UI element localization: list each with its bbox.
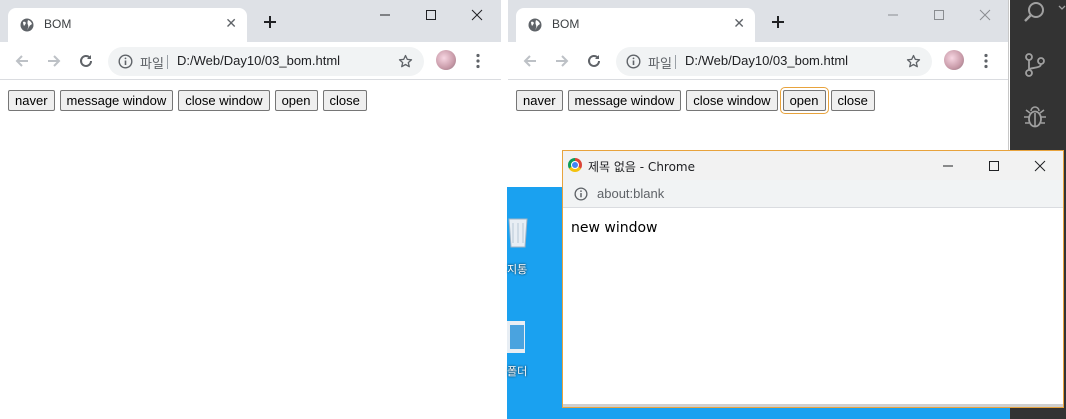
close-window-button[interactable]: close window — [686, 90, 778, 111]
minimize-icon[interactable] — [375, 6, 395, 24]
new-tab-icon[interactable] — [770, 14, 786, 30]
address-bar[interactable]: 파일 D:/Web/Day10/03_bom.html — [108, 47, 424, 76]
popup-title: 제목 없음 - Chrome — [588, 160, 696, 174]
popup-address-bar[interactable]: about:blank — [563, 180, 1063, 208]
minimize-icon[interactable] — [883, 6, 903, 24]
new-tab-icon[interactable] — [262, 14, 278, 30]
reload-icon[interactable] — [77, 52, 95, 70]
browser-tab[interactable]: BOM ✕ — [516, 8, 755, 42]
maximize-icon[interactable] — [421, 6, 441, 24]
popup-title-bar: 제목 없음 - Chrome — [563, 151, 1063, 180]
close-window-icon[interactable] — [975, 6, 995, 24]
tab-close-icon[interactable]: ✕ — [225, 16, 237, 32]
source-control-icon[interactable] — [1022, 52, 1048, 78]
browser-tab[interactable]: BOM ✕ — [8, 8, 247, 42]
address-bar[interactable]: 파일 D:/Web/Day10/03_bom.html — [616, 47, 932, 76]
folder-label: 폴더 — [507, 365, 528, 378]
left-browser-window: BOM ✕ 파일 D:/Web/Day10/03_bom.html naver … — [0, 0, 501, 419]
message-window-button[interactable]: message window — [567, 90, 682, 111]
address-divider — [675, 55, 676, 69]
open-button[interactable]: open — [274, 90, 318, 111]
back-icon[interactable] — [13, 52, 31, 70]
chevron-down-icon[interactable] — [1058, 4, 1066, 12]
url-text: D:/Web/Day10/03_bom.html — [177, 53, 341, 68]
message-window-button[interactable]: message window — [59, 90, 174, 111]
folder-icon[interactable] — [507, 317, 527, 355]
minimize-icon[interactable] — [939, 157, 957, 175]
recycle-bin-label: 지통 — [507, 263, 528, 276]
globe-icon — [20, 18, 34, 32]
tab-strip: BOM ✕ — [0, 0, 501, 42]
close-window-button[interactable]: close window — [178, 90, 270, 111]
popup-body-text: new window — [571, 220, 658, 236]
close-button[interactable]: close — [322, 90, 367, 111]
bookmark-star-icon[interactable] — [398, 54, 413, 69]
search-icon[interactable] — [1022, 0, 1048, 26]
open-button[interactable]: open — [779, 87, 829, 114]
button-row: naver message window close window open c… — [8, 90, 367, 111]
menu-kebab-icon[interactable] — [476, 53, 480, 69]
naver-button[interactable]: naver — [516, 90, 563, 111]
popup-bottom-border — [563, 404, 1063, 407]
naver-button[interactable]: naver — [8, 90, 55, 111]
popup-url-text: about:blank — [597, 186, 665, 201]
scheme-label: 파일 — [648, 57, 672, 72]
url-text: D:/Web/Day10/03_bom.html — [685, 53, 849, 68]
tab-title: BOM — [44, 17, 72, 31]
tab-strip: BOM ✕ — [508, 0, 1008, 42]
close-window-icon[interactable] — [1031, 157, 1049, 175]
page-content: naver message window close window open c… — [0, 81, 501, 419]
close-button[interactable]: close — [830, 90, 875, 111]
maximize-icon[interactable] — [985, 157, 1003, 175]
tab-title: BOM — [552, 17, 580, 31]
chrome-logo-icon — [568, 158, 582, 172]
info-icon[interactable] — [626, 54, 641, 69]
popup-window: 제목 없음 - Chrome about:blank new window — [562, 150, 1064, 408]
menu-kebab-icon[interactable] — [984, 53, 988, 69]
info-icon[interactable] — [574, 187, 588, 201]
bookmark-star-icon[interactable] — [906, 54, 921, 69]
recycle-bin-icon[interactable] — [507, 213, 529, 249]
close-window-icon[interactable] — [467, 6, 487, 24]
avatar[interactable] — [944, 50, 964, 70]
address-divider — [167, 55, 168, 69]
tab-close-icon[interactable]: ✕ — [733, 16, 745, 32]
forward-icon[interactable] — [45, 52, 63, 70]
avatar[interactable] — [436, 50, 456, 70]
info-icon[interactable] — [118, 54, 133, 69]
button-row: naver message window close window open c… — [516, 87, 875, 114]
browser-toolbar: 파일 D:/Web/Day10/03_bom.html — [0, 42, 501, 80]
scheme-label: 파일 — [140, 57, 164, 72]
globe-icon — [528, 18, 542, 32]
popup-content: new window — [563, 209, 1063, 407]
back-icon[interactable] — [521, 52, 539, 70]
maximize-icon[interactable] — [929, 6, 949, 24]
forward-icon[interactable] — [553, 52, 571, 70]
reload-icon[interactable] — [585, 52, 603, 70]
browser-toolbar: 파일 D:/Web/Day10/03_bom.html — [508, 42, 1008, 80]
debug-bug-icon[interactable] — [1022, 104, 1048, 130]
